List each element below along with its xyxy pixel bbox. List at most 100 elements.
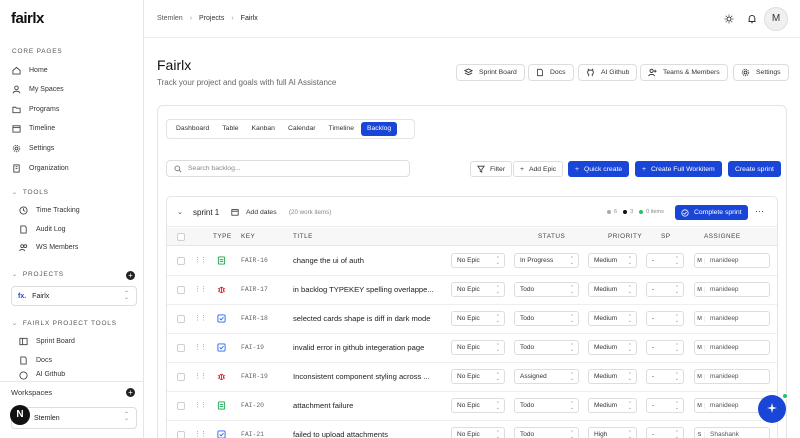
sidebar-item-programs[interactable]: Programs [12, 102, 59, 116]
row-checkbox[interactable] [177, 315, 185, 323]
tab-backlog[interactable]: Backlog [360, 122, 398, 136]
drag-handle-icon[interactable]: ⋮⋮ [194, 285, 207, 293]
sidebar-item-home[interactable]: Home [12, 63, 48, 77]
epic-select[interactable]: No Epic ⌃ ⌄ [451, 282, 505, 297]
projects-heading[interactable]: ⌄ PROJECTS [12, 271, 64, 278]
priority-select[interactable]: Medium ⌃ ⌄ [588, 340, 637, 355]
issue-title[interactable]: attachment failure [293, 401, 443, 410]
status-select[interactable]: Todo ⌃ ⌄ [514, 398, 579, 413]
tools-heading[interactable]: ⌄ TOOLS [12, 189, 49, 196]
workspace-avatar[interactable]: N [10, 405, 30, 425]
ai-github-button[interactable]: AI Github [578, 64, 638, 81]
issue-key[interactable]: FAI-21 [241, 431, 264, 438]
more-options-icon[interactable]: ··· [755, 206, 764, 216]
quick-create-button[interactable]: + Quick create [568, 161, 630, 177]
row-checkbox[interactable] [177, 344, 185, 352]
drag-handle-icon[interactable]: ⋮⋮ [194, 372, 207, 380]
issue-title[interactable]: failed to upload attachments [293, 430, 443, 438]
assignee-select[interactable]: Mmanideep [694, 253, 770, 268]
issue-title[interactable]: in backlog TYPEKEY spelling overlappe... [293, 285, 443, 294]
priority-select[interactable]: Medium ⌃ ⌄ [588, 369, 637, 384]
bell-icon[interactable] [745, 12, 759, 26]
sun-icon[interactable] [722, 12, 736, 26]
sidebar-item-time-tracking[interactable]: Time Tracking [19, 203, 80, 217]
teams-members-button[interactable]: Teams & Members [640, 64, 728, 81]
drag-handle-icon[interactable]: ⋮⋮ [194, 430, 207, 438]
row-checkbox[interactable] [177, 402, 185, 410]
tab-kanban[interactable]: Kanban [246, 122, 281, 136]
table-row[interactable]: ⋮⋮ FAI-21 failed to upload attachments No E… [167, 421, 777, 438]
drag-handle-icon[interactable]: ⋮⋮ [194, 343, 207, 351]
project-selector[interactable]: fx. Fairlx ⌃ ⌄ [11, 286, 137, 306]
status-select[interactable]: Todo ⌃ ⌄ [514, 427, 579, 438]
issue-key[interactable]: FAIR-18 [241, 315, 268, 322]
status-select[interactable]: Todo ⌃ ⌄ [514, 311, 579, 326]
tab-timeline[interactable]: Timeline [323, 122, 360, 136]
issue-key[interactable]: FAIR-17 [241, 286, 268, 293]
issue-title[interactable]: invalid error in github integeration pag… [293, 343, 443, 352]
drag-handle-icon[interactable]: ⋮⋮ [194, 401, 207, 409]
sidebar-item-ws-members[interactable]: WS Members [19, 240, 78, 254]
add-dates-button[interactable]: Add dates [231, 208, 277, 216]
sidebar-item-docs[interactable]: Docs [19, 353, 52, 367]
priority-select[interactable]: High ⌃ ⌄ [588, 427, 637, 438]
user-avatar[interactable]: M [764, 7, 788, 31]
add-workspace-button[interactable]: + [126, 388, 135, 397]
workspace-selector[interactable]: Stemlen ⌃ ⌄ [11, 407, 137, 429]
table-row[interactable]: ⋮⋮ FAIR-18 selected cards shape is diff in… [167, 305, 777, 334]
sidebar-item-timeline[interactable]: Timeline [12, 121, 55, 135]
issue-key[interactable]: FAI-19 [241, 344, 264, 351]
breadcrumb-item[interactable]: Stemlen [157, 15, 183, 22]
epic-select[interactable]: No Epic ⌃ ⌄ [451, 253, 505, 268]
settings-button[interactable]: Settings [733, 64, 789, 81]
filter-button[interactable]: Filter [470, 161, 513, 177]
issue-key[interactable]: FAIR-19 [241, 373, 268, 380]
assignee-select[interactable]: Mmanideep [694, 282, 770, 297]
sidebar-item-sprint-board[interactable]: Sprint Board [19, 334, 75, 348]
epic-select[interactable]: No Epic ⌃ ⌄ [451, 427, 505, 438]
project-tools-heading[interactable]: ⌄ FAIRLX PROJECT TOOLS [12, 320, 117, 327]
complete-sprint-button[interactable]: Complete sprint [675, 205, 748, 220]
story-points-select[interactable]: - ⌃ ⌄ [646, 369, 684, 384]
story-points-select[interactable]: - ⌃ ⌄ [646, 253, 684, 268]
epic-select[interactable]: No Epic ⌃ ⌄ [451, 369, 505, 384]
status-select[interactable]: Todo ⌃ ⌄ [514, 340, 579, 355]
create-full-workitem-button[interactable]: + Create Full Workitem [635, 161, 722, 177]
epic-select[interactable]: No Epic ⌃ ⌄ [451, 398, 505, 413]
story-points-select[interactable]: - ⌃ ⌄ [646, 282, 684, 297]
sidebar-item-settings[interactable]: Settings [12, 141, 54, 155]
assignee-select[interactable]: Mmanideep [694, 311, 770, 326]
issue-title[interactable]: selected cards shape is diff in dark mod… [293, 314, 443, 323]
issue-title[interactable]: change the ui of auth [293, 256, 443, 265]
tab-table[interactable]: Table [216, 122, 244, 136]
create-sprint-button[interactable]: Create sprint [728, 161, 781, 177]
issue-key[interactable]: FAIR-16 [241, 257, 268, 264]
story-points-select[interactable]: - ⌃ ⌄ [646, 398, 684, 413]
status-select[interactable]: In Progress ⌃ ⌄ [514, 253, 579, 268]
table-row[interactable]: ⋮⋮ FAI-19 invalid error in github integera… [167, 334, 777, 363]
brand-logo[interactable]: fairlx [11, 10, 44, 27]
sidebar-item-ai-github[interactable]: AI Github [19, 371, 65, 380]
epic-select[interactable]: No Epic ⌃ ⌄ [451, 311, 505, 326]
search-input[interactable]: Search backlog... [166, 160, 410, 177]
row-checkbox[interactable] [177, 257, 185, 265]
tab-dashboard[interactable]: Dashboard [170, 122, 215, 136]
ai-assistant-button[interactable] [758, 395, 786, 423]
drag-handle-icon[interactable]: ⋮⋮ [194, 314, 207, 322]
assignee-select[interactable]: Mmanideep [694, 369, 770, 384]
priority-select[interactable]: Medium ⌃ ⌄ [588, 253, 637, 268]
add-epic-button[interactable]: + Add Epic [513, 161, 564, 177]
table-row[interactable]: ⋮⋮ FAIR-19 Inconsistent component styling … [167, 363, 777, 392]
select-all-checkbox[interactable] [177, 233, 185, 241]
priority-select[interactable]: Medium ⌃ ⌄ [588, 398, 637, 413]
priority-select[interactable]: Medium ⌃ ⌄ [588, 311, 637, 326]
sidebar-item-organization[interactable]: Organization [12, 161, 69, 175]
issue-key[interactable]: FAI-20 [241, 402, 264, 409]
drag-handle-icon[interactable]: ⋮⋮ [194, 256, 207, 264]
row-checkbox[interactable] [177, 373, 185, 381]
assignee-select[interactable]: S Shashank [694, 427, 770, 438]
status-select[interactable]: Assigned ⌃ ⌄ [514, 369, 579, 384]
row-checkbox[interactable] [177, 286, 185, 294]
table-row[interactable]: ⋮⋮ FAI-20 attachment failure No Epic ⌃ ⌄ Todo ⌃… [167, 392, 777, 421]
sidebar-item-my-spaces[interactable]: My Spaces [12, 82, 64, 96]
